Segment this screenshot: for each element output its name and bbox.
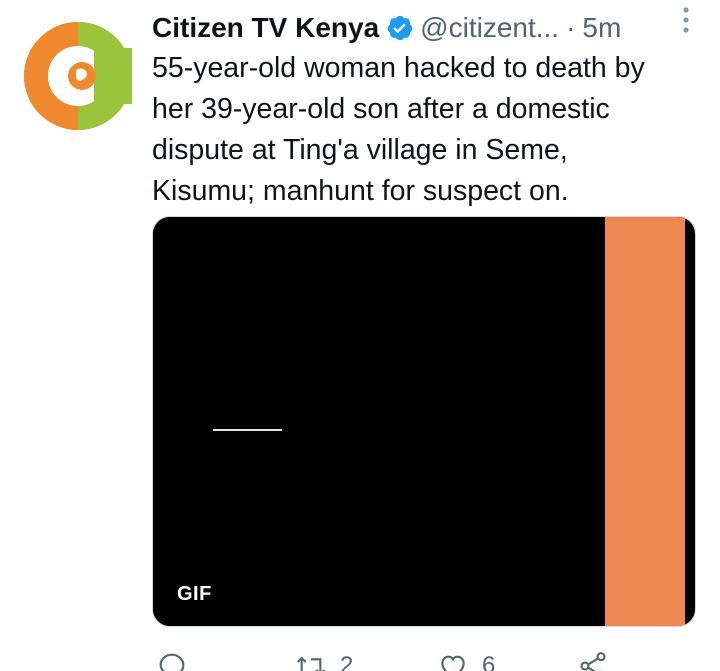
heart-icon [441,655,465,671]
more-options-icon[interactable] [676,4,696,36]
share-icon [580,652,606,671]
gif-badge: GIF [177,583,212,605]
gif-frame-line [213,429,282,431]
retweet-icon [296,656,326,671]
timestamp[interactable]: 5m [582,12,621,44]
gif-frame-dark-area [153,217,605,626]
tweet-actions: 2 6 [152,650,704,671]
verified-badge-icon [386,14,414,42]
retweet-button[interactable]: 2 [294,650,353,671]
tweet-card[interactable]: Citizen TV Kenya @citizent... · 5m 55-ye… [0,0,720,671]
avatar[interactable] [24,22,132,130]
gif-frame-orange-area [605,217,685,626]
share-button[interactable] [576,650,622,671]
display-name[interactable]: Citizen TV Kenya [152,12,379,44]
citizen-tv-logo-icon [24,22,132,130]
like-button[interactable]: 6 [436,650,495,671]
reply-button[interactable] [156,650,200,671]
tweet-text: 55-year-old woman hacked to death by her… [152,52,645,207]
retweet-count: 2 [340,652,354,671]
tweet-media-gif[interactable]: GIF [152,216,696,627]
tweet-header: Citizen TV Kenya @citizent... · 5m [152,8,702,48]
reply-icon [159,653,185,671]
like-count: 6 [482,652,496,671]
handle[interactable]: @citizent... [420,12,559,44]
separator-dot: · [566,12,576,43]
